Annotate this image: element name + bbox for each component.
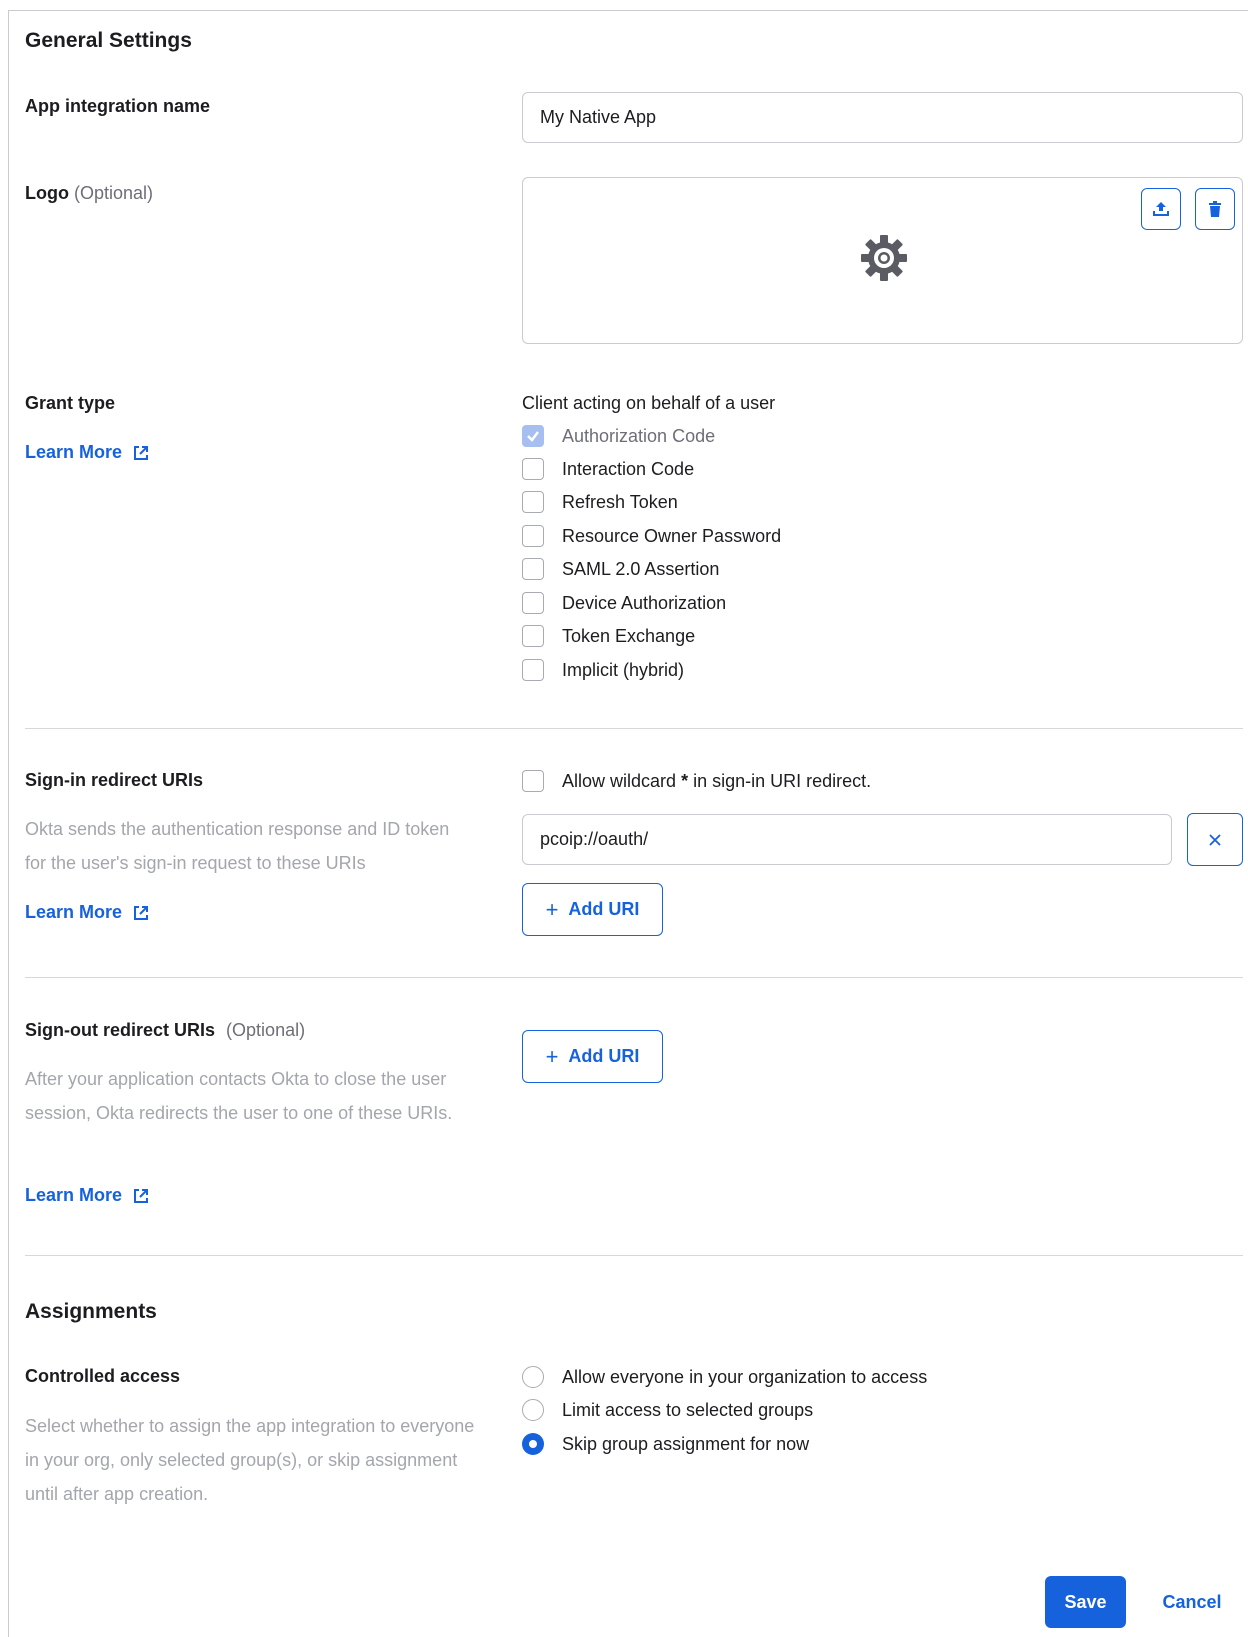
wildcard-star: * xyxy=(681,770,689,791)
grant-option-authorization-code: Authorization Code xyxy=(522,425,715,447)
access-option-label: Allow everyone in your organization to a… xyxy=(562,1366,928,1387)
remove-uri-button[interactable] xyxy=(1187,813,1243,866)
checkbox-allow-wildcard[interactable] xyxy=(522,770,544,792)
grant-option-label: Implicit (hybrid) xyxy=(562,659,685,680)
app-name-input[interactable] xyxy=(522,92,1243,143)
grant-option-label: Authorization Code xyxy=(562,425,716,446)
signout-learn-more-text: Learn More xyxy=(25,1185,123,1205)
checkbox-token-exchange[interactable] xyxy=(522,625,544,647)
grant-option-label: Interaction Code xyxy=(562,458,695,479)
signin-add-uri-button[interactable]: + Add URI xyxy=(522,883,663,936)
radio-skip-assignment[interactable] xyxy=(522,1433,544,1455)
controlled-access-description: Select whether to assign the app integra… xyxy=(25,1416,475,1504)
grant-option-device-authorization: Device Authorization xyxy=(522,592,726,614)
radio-limit-groups[interactable] xyxy=(522,1399,544,1421)
logo-dropzone[interactable] xyxy=(522,177,1243,344)
wildcard-option: Allow wildcard * in sign-in URI redirect… xyxy=(522,770,871,792)
checkbox-interaction-code[interactable] xyxy=(522,458,544,480)
checkbox-implicit-hybrid[interactable] xyxy=(522,659,544,681)
divider xyxy=(25,728,1243,729)
signin-uri-input[interactable] xyxy=(522,814,1172,865)
controlled-access-label: Controlled access xyxy=(25,1366,181,1386)
grant-type-label: Grant type xyxy=(25,393,116,413)
add-uri-label: Add URI xyxy=(568,1046,640,1066)
grant-option-label: Token Exchange xyxy=(562,625,696,646)
grant-option-interaction-code: Interaction Code xyxy=(522,458,694,480)
plus-icon: + xyxy=(545,1043,559,1069)
logo-label-text: Logo xyxy=(25,183,69,203)
gear-icon xyxy=(861,235,907,281)
grant-option-implicit-hybrid: Implicit (hybrid) xyxy=(522,659,684,681)
signout-optional: (Optional) xyxy=(226,1020,306,1040)
access-option-skip: Skip group assignment for now xyxy=(522,1433,809,1455)
add-uri-label: Add URI xyxy=(568,899,640,919)
logo-optional: (Optional) xyxy=(74,183,154,203)
grant-heading: Client acting on behalf of a user xyxy=(522,393,776,413)
checkbox-saml-assertion[interactable] xyxy=(522,558,544,580)
upload-icon xyxy=(1153,202,1169,216)
upload-logo-button[interactable] xyxy=(1141,188,1181,230)
section-title-general: General Settings xyxy=(25,29,192,52)
grant-option-resource-owner-password: Resource Owner Password xyxy=(522,525,781,547)
checkbox-device-authorization[interactable] xyxy=(522,592,544,614)
close-icon xyxy=(1209,833,1221,846)
signin-redirect-label: Sign-in redirect URIs xyxy=(25,770,204,790)
signout-redirect-label: Sign-out redirect URIs (Optional) xyxy=(25,1020,305,1041)
grant-option-refresh-token: Refresh Token xyxy=(522,491,678,513)
signout-redirect-description: After your application contacts Okta to … xyxy=(25,1069,453,1123)
wildcard-label: Allow wildcard * in sign-in URI redirect… xyxy=(562,771,871,792)
divider xyxy=(25,977,1243,978)
delete-logo-button[interactable] xyxy=(1195,188,1235,230)
grant-option-label: Device Authorization xyxy=(562,592,727,613)
grant-option-label: Refresh Token xyxy=(562,491,678,512)
access-option-label: Limit access to selected groups xyxy=(562,1399,814,1420)
signin-redirect-description: Okta sends the authentication response a… xyxy=(25,819,450,873)
external-link-icon xyxy=(134,905,149,920)
checkbox-authorization-code[interactable] xyxy=(522,425,544,447)
check-icon xyxy=(527,431,539,442)
trash-icon xyxy=(1209,201,1221,217)
signin-learn-more-text: Learn More xyxy=(25,902,123,922)
access-option-groups: Limit access to selected groups xyxy=(522,1399,813,1421)
grant-option-token-exchange: Token Exchange xyxy=(522,625,695,647)
grant-learn-more-link[interactable]: Learn More xyxy=(25,442,150,463)
save-button[interactable]: Save xyxy=(1045,1576,1126,1628)
cancel-button[interactable]: Cancel xyxy=(1148,1576,1236,1628)
checkbox-refresh-token[interactable] xyxy=(522,491,544,513)
checkbox-resource-owner-password[interactable] xyxy=(522,525,544,547)
signin-learn-more-link[interactable]: Learn More xyxy=(25,902,150,923)
external-link-icon xyxy=(134,445,149,460)
grant-option-label: SAML 2.0 Assertion xyxy=(562,558,720,579)
access-option-everyone: Allow everyone in your organization to a… xyxy=(522,1366,927,1388)
signout-add-uri-button[interactable]: + Add URI xyxy=(522,1030,663,1083)
wildcard-suffix: in sign-in URI redirect. xyxy=(693,770,872,791)
logo-label: Logo (Optional) xyxy=(25,183,153,204)
grant-option-label: Resource Owner Password xyxy=(562,525,782,546)
divider xyxy=(25,1255,1243,1256)
radio-allow-everyone[interactable] xyxy=(522,1366,544,1388)
signout-label-text: Sign-out redirect URIs xyxy=(25,1020,216,1040)
grant-learn-more-text: Learn More xyxy=(25,442,123,462)
external-link-icon xyxy=(134,1188,149,1203)
app-name-label: App integration name xyxy=(25,96,211,116)
wildcard-prefix: Allow wildcard xyxy=(562,770,677,791)
grant-option-saml-assertion: SAML 2.0 Assertion xyxy=(522,558,719,580)
plus-icon: + xyxy=(545,896,559,922)
section-title-assignments: Assignments xyxy=(25,1300,157,1323)
signout-learn-more-link[interactable]: Learn More xyxy=(25,1185,150,1206)
access-option-label: Skip group assignment for now xyxy=(562,1433,810,1454)
